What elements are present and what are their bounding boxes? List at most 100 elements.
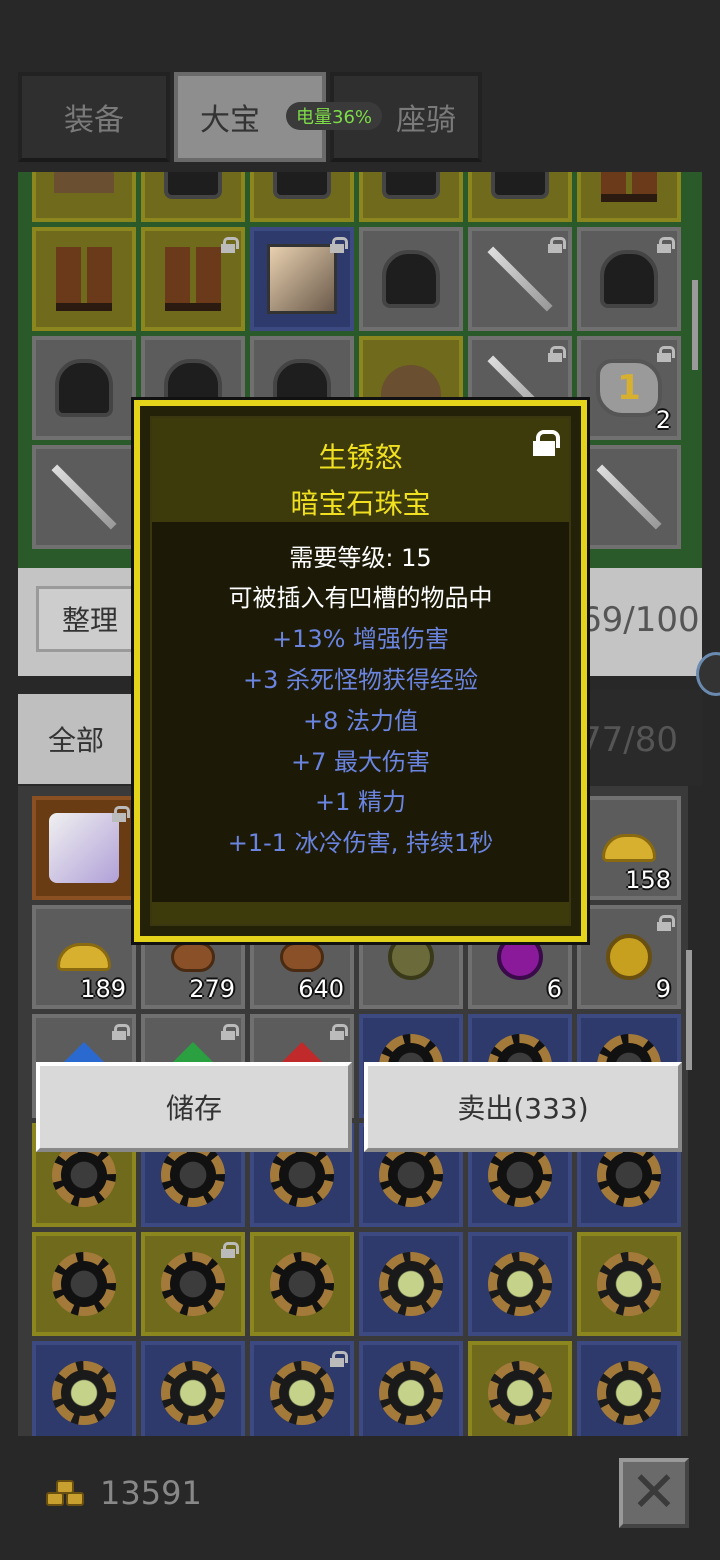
inventory-slot[interactable]: [359, 1232, 463, 1336]
inventory-slot[interactable]: [250, 1232, 354, 1336]
inventory-slot[interactable]: [32, 1341, 136, 1436]
item-stat: +1 精力: [314, 788, 406, 816]
inventory-slot[interactable]: 9: [577, 905, 681, 1009]
armor-icon: [382, 250, 440, 308]
inventory-slot[interactable]: 158: [577, 796, 681, 900]
stash-slot[interactable]: 12: [577, 336, 681, 440]
inventory-capacity: 77/80: [580, 720, 678, 760]
armor-icon: [382, 172, 440, 199]
stash-slot[interactable]: [577, 445, 681, 549]
inventory-slot[interactable]: [32, 796, 136, 900]
lock-icon: [112, 1024, 130, 1040]
armor-icon: [55, 359, 113, 417]
jade-ring-icon: [488, 1361, 552, 1425]
stash-slot[interactable]: [359, 227, 463, 331]
boots-icon: [601, 172, 657, 202]
armor-icon: [491, 172, 549, 199]
item-count: 9: [655, 975, 671, 1003]
bread-icon: [280, 942, 324, 972]
item-count: 2: [655, 406, 671, 434]
stash-slot[interactable]: [250, 172, 354, 222]
store-button[interactable]: 储存: [36, 1062, 352, 1152]
lock-icon: [548, 237, 566, 253]
jade-ring-icon: [597, 1361, 661, 1425]
jade-ring-icon: [270, 1361, 334, 1425]
helm-icon: [54, 172, 114, 193]
sword-icon: [487, 246, 553, 312]
inventory-slot[interactable]: [468, 1341, 572, 1436]
stash-slot[interactable]: [577, 172, 681, 222]
boots-icon: [165, 247, 221, 311]
stash-slot[interactable]: [32, 172, 136, 222]
lock-icon: [330, 1351, 348, 1367]
close-button[interactable]: ✕: [619, 1458, 689, 1528]
stash-slot[interactable]: [32, 336, 136, 440]
inventory-slot[interactable]: [577, 1232, 681, 1336]
battery-indicator: 电量36%: [286, 102, 383, 130]
inventory-slot[interactable]: [250, 1341, 354, 1436]
inventory-slot[interactable]: [141, 1341, 245, 1436]
tab-equipment[interactable]: 装备: [18, 72, 170, 162]
stash-slot[interactable]: [141, 227, 245, 331]
stash-capacity: 69/100: [580, 600, 700, 640]
bread-icon: [171, 942, 215, 972]
store-label: 储存: [165, 1092, 222, 1125]
inventory-slot[interactable]: [32, 1232, 136, 1336]
stash-slot[interactable]: [577, 227, 681, 331]
lock-icon: [657, 346, 675, 362]
stash-slot[interactable]: [141, 172, 245, 222]
tooltip-body: 生锈怒 暗宝石珠宝 需要等级: 15 可被插入有凹槽的物品中 +13% 增强伤害…: [150, 416, 571, 926]
ring-icon: [270, 1143, 334, 1207]
mount-icon: [49, 813, 119, 883]
stone-glyph: 1: [617, 368, 641, 408]
armor-icon: [600, 250, 658, 308]
tab-label: 大宝: [200, 103, 260, 138]
stash-scrollbar[interactable]: [692, 280, 698, 370]
ring-icon: [597, 1143, 661, 1207]
inventory-slot[interactable]: [468, 1232, 572, 1336]
item-stat: +13% 增强伤害: [271, 625, 450, 653]
ring-icon: [52, 1143, 116, 1207]
item-count: 6: [546, 975, 562, 1003]
item-level-req: 需要等级: 15: [289, 544, 432, 572]
stash-slot[interactable]: [468, 227, 572, 331]
item-stat: +8 法力值: [302, 707, 418, 735]
tooltip-footer: [152, 902, 569, 924]
item-tooltip: 生锈怒 暗宝石珠宝 需要等级: 15 可被插入有凹槽的物品中 +13% 增强伤害…: [134, 400, 587, 942]
stash-slot[interactable]: [32, 227, 136, 331]
lock-icon: [221, 237, 239, 253]
stash-slot[interactable]: [468, 172, 572, 222]
filter-label: 全部: [47, 724, 104, 757]
inventory-slot[interactable]: [359, 1341, 463, 1436]
item-count: 279: [189, 975, 235, 1003]
inventory-slot[interactable]: [577, 1341, 681, 1436]
gold-coins-icon: [46, 1478, 88, 1510]
tooltip-header: 生锈怒 暗宝石珠宝: [152, 418, 569, 522]
yellow-orb-icon: [606, 934, 652, 980]
lock-icon: [657, 915, 675, 931]
stash-slot[interactable]: [250, 227, 354, 331]
gold-pile-icon: [602, 834, 656, 862]
lock-icon: [657, 237, 675, 253]
armor-icon: [164, 172, 222, 199]
stash-slot[interactable]: [32, 445, 136, 549]
lock-icon: [330, 1024, 348, 1040]
spear-icon: [51, 464, 117, 530]
charm-icon: [267, 244, 337, 314]
item-name: 生锈怒: [318, 441, 403, 474]
sort-button[interactable]: 整理: [36, 586, 144, 652]
item-stat: +3 杀死怪物获得经验: [242, 666, 478, 694]
sell-button[interactable]: 卖出(333): [364, 1062, 682, 1152]
ring-icon: [270, 1252, 334, 1316]
jade-ring-icon: [597, 1252, 661, 1316]
sell-label: 卖出(333): [457, 1092, 589, 1125]
inventory-slot[interactable]: [141, 1232, 245, 1336]
jade-ring-icon: [488, 1252, 552, 1316]
lock-icon[interactable]: [533, 430, 560, 456]
filter-all-button[interactable]: 全部: [18, 694, 134, 784]
stash-slot[interactable]: [359, 172, 463, 222]
inventory-slot[interactable]: 189: [32, 905, 136, 1009]
lock-icon: [548, 346, 566, 362]
gold-pile-icon: [57, 943, 111, 971]
inventory-scrollbar[interactable]: [686, 950, 692, 1070]
